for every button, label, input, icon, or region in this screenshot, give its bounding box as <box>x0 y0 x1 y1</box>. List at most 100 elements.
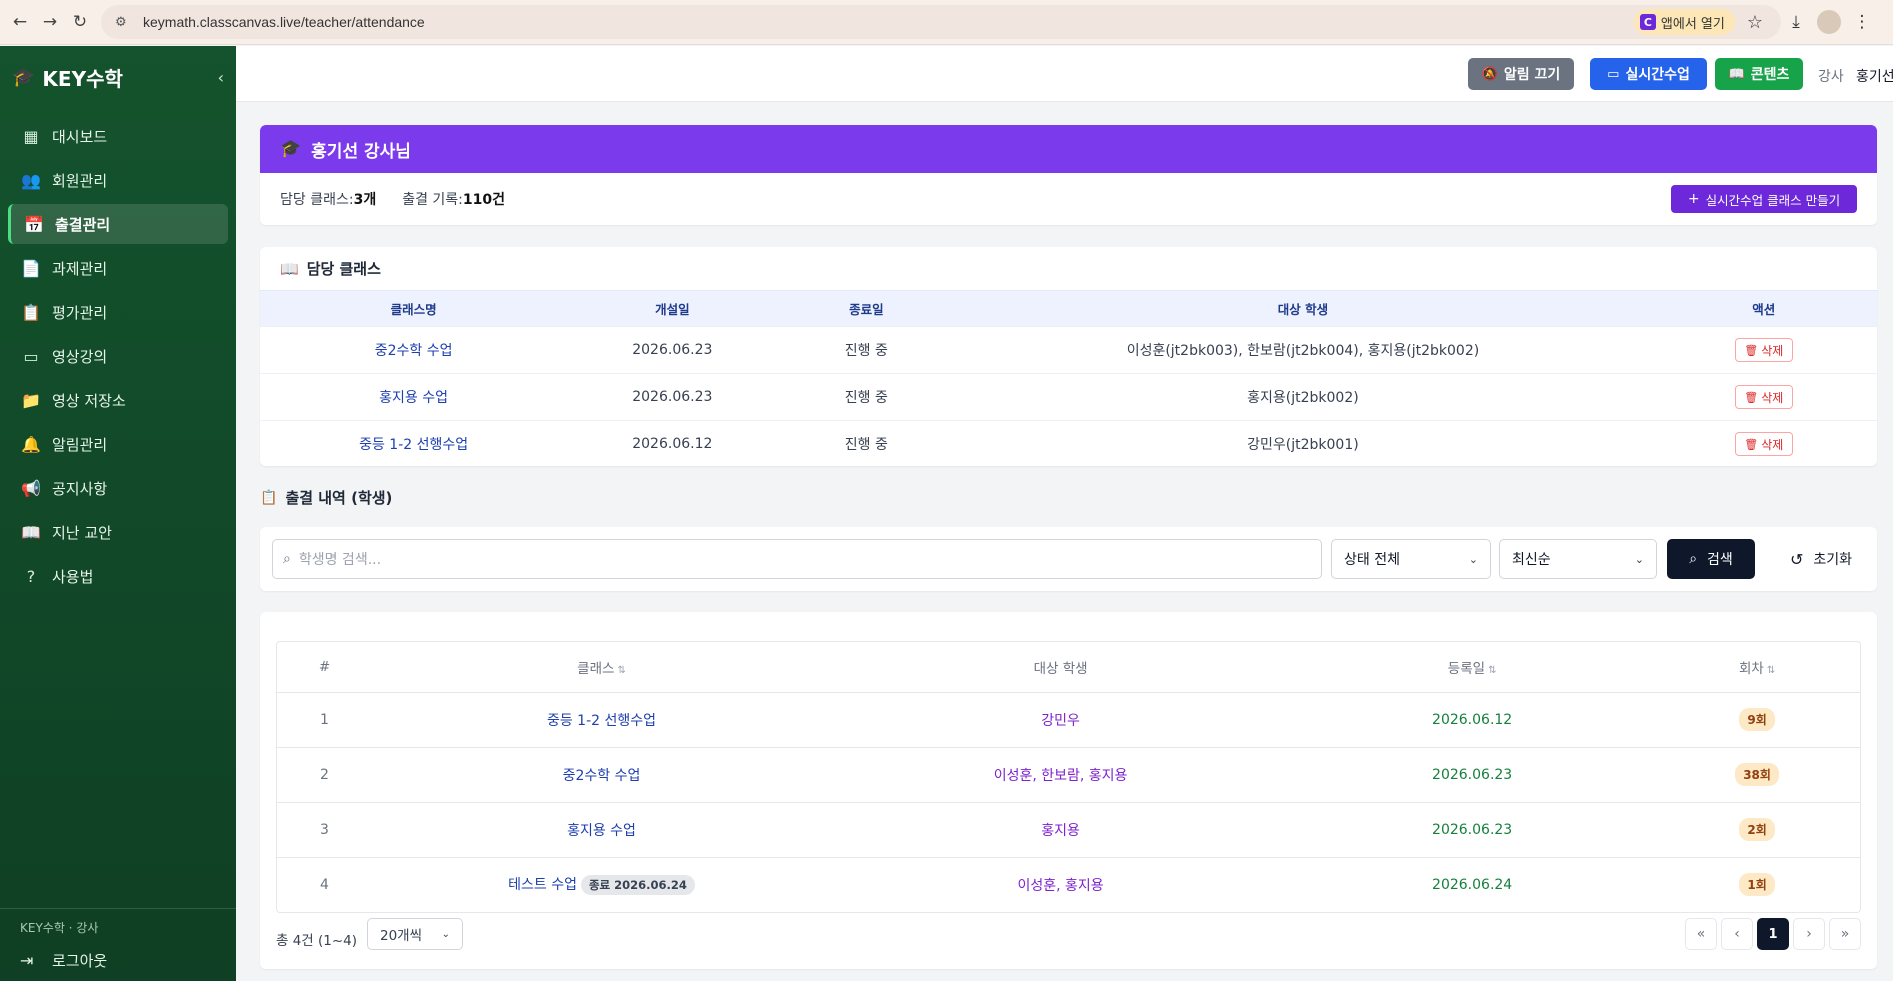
bookmark-star-icon[interactable]: ☆ <box>1747 12 1763 33</box>
row-class-link[interactable]: 테스트 수업 <box>508 877 577 893</box>
class-name-link[interactable]: 중등 1-2 선행수업 <box>260 420 568 466</box>
row-class-cell: 중등 1-2 선행수업 <box>371 691 832 747</box>
class-name-link[interactable]: 홍지용 수업 <box>260 373 568 421</box>
logout-button[interactable]: ⇥ 로그아웃 <box>20 950 216 971</box>
assigned-classes-title-text: 담당 클래스 <box>306 260 381 278</box>
instructor-title: 홍기선 강사님 <box>311 141 411 162</box>
row-number: 4 <box>277 856 372 912</box>
download-icon[interactable]: ⤓ <box>1781 12 1811 32</box>
create-live-class-button[interactable]: + 실시간수업 클래스 만들기 <box>1671 185 1857 213</box>
open-in-app-label: 앱에서 열기 <box>1660 16 1725 32</box>
class-name-link[interactable]: 중2수학 수업 <box>260 326 568 374</box>
chevron-down-icon: ⌄ <box>1468 552 1478 566</box>
row-class-cell: 홍지용 수업 <box>371 801 832 857</box>
next-page-button[interactable]: › <box>1793 918 1825 950</box>
per-page-select[interactable]: 20개씩 ⌄ <box>367 918 463 950</box>
attendance-table-row[interactable]: 4 테스트 수업 종료 2026.06.24 이성훈, 홍지용 2026.06.24 1회 <box>277 856 1860 912</box>
back-icon[interactable]: ← <box>5 7 35 37</box>
sidebar-item-label: 지난 교안 <box>52 523 112 542</box>
users-icon: 👥 <box>21 170 41 190</box>
current-page-button[interactable]: 1 <box>1757 918 1789 950</box>
delete-class-button[interactable]: 🗑 삭제 <box>1734 432 1793 457</box>
content-button[interactable]: 📖 콘텐츠 <box>1715 58 1803 90</box>
row-class-link[interactable]: 중등 1-2 선행수업 <box>547 713 656 729</box>
sidebar-item-label: 출결관리 <box>55 215 111 234</box>
sidebar-item-6[interactable]: 📁 영상 저장소 <box>8 380 228 420</box>
class-action-cell: 🗑 삭제 <box>1650 373 1877 421</box>
chevron-left-icon[interactable]: ‹ <box>218 68 224 87</box>
sort-select[interactable]: 최신순 ⌄ <box>1499 539 1657 579</box>
class-action-cell: 🗑 삭제 <box>1650 420 1877 466</box>
student-search-input[interactable]: ⌕ 학생명 검색... <box>272 539 1322 579</box>
menu-dots-icon[interactable]: ⋮ <box>1847 12 1877 32</box>
url-text[interactable]: keymath.classcanvas.live/teacher/attenda… <box>143 14 1634 30</box>
reset-icon: ↺ <box>1789 549 1804 569</box>
book-icon: 📖 <box>1728 66 1745 82</box>
first-page-button[interactable]: « <box>1685 918 1717 950</box>
sidebar-item-label: 영상 저장소 <box>52 391 126 410</box>
sidebar-item-1[interactable]: 👥 회원관리 <box>8 160 228 200</box>
reload-icon[interactable]: ↻ <box>65 7 95 37</box>
sort-arrows-icon[interactable]: ⇅ <box>617 665 625 676</box>
sidebar-item-3[interactable]: 📄 과제관리 <box>8 248 228 288</box>
search-icon: ⌕ <box>283 551 291 567</box>
class-students: 강민우(jt2bk001) <box>955 420 1651 466</box>
round-badge: 9회 <box>1739 708 1775 731</box>
attendance-table-header[interactable]: 클래스 ⇅ <box>372 642 831 692</box>
live-class-button[interactable]: ▭ 실시간수업 <box>1590 58 1707 90</box>
class-table-row: 홍지용 수업 2026.06.23 진행 중 홍지용(jt2bk002) 🗑 삭제 <box>260 373 1877 421</box>
attendance-table-row[interactable]: 2 중2수학 수업 이성훈, 한보람, 홍지용 2026.06.23 38회 <box>277 746 1860 802</box>
class-table-header: 대상 학생 <box>955 290 1651 327</box>
instructor-header: 🎓 홍기선 강사님 <box>260 125 1877 173</box>
prev-page-button[interactable]: ‹ <box>1721 918 1753 950</box>
reset-button[interactable]: ↺ 초기화 <box>1771 539 1871 579</box>
forward-icon[interactable]: → <box>35 7 65 37</box>
user-name[interactable]: 홍기선 <box>1856 66 1893 86</box>
row-students: 이성훈, 홍지용 <box>831 856 1291 912</box>
records-count-label: 출결 기록: <box>402 192 463 208</box>
class-table-header: 개설일 <box>567 290 778 327</box>
delete-class-label: 삭제 <box>1761 343 1784 358</box>
mute-notifications-button[interactable]: 🔕 알림 끄기 <box>1468 58 1574 90</box>
brand-name[interactable]: KEY수학 <box>42 63 217 92</box>
sidebar-item-8[interactable]: 📢 공지사항 <box>8 468 228 508</box>
sort-arrows-icon[interactable]: ⇅ <box>1488 665 1496 676</box>
row-students: 강민우 <box>831 691 1291 747</box>
attendance-table-row[interactable]: 3 홍지용 수업 홍지용 2026.06.23 2회 <box>277 801 1860 857</box>
calendar-check-icon: 📅 <box>24 214 44 234</box>
sidebar-item-9[interactable]: 📖 지난 교안 <box>8 512 228 552</box>
last-page-button[interactable]: » <box>1829 918 1861 950</box>
row-round-cell: 9회 <box>1654 691 1860 747</box>
status-filter-select[interactable]: 상태 전체 ⌄ <box>1331 539 1491 579</box>
attendance-table-header[interactable]: 회차 ⇅ <box>1654 642 1860 692</box>
row-round-cell: 38회 <box>1654 746 1860 802</box>
class-table-header: 종료일 <box>777 290 956 327</box>
sort-arrows-icon[interactable]: ⇅ <box>1767 665 1775 676</box>
sidebar-menu: ▦ 대시보드 👥 회원관리 📅 출결관리 📄 과제관리 📋 평가관리 ▭ 영상강의 📁 영상 저장소 🔔 알림… <box>0 116 236 596</box>
delete-class-button[interactable]: 🗑 삭제 <box>1734 385 1793 409</box>
sidebar-item-0[interactable]: ▦ 대시보드 <box>8 116 228 156</box>
sidebar-item-7[interactable]: 🔔 알림관리 <box>8 424 228 464</box>
search-icon: ⌕ <box>1689 551 1698 567</box>
sidebar-item-2[interactable]: 📅 출결관리 <box>8 204 228 244</box>
delete-class-button[interactable]: 🗑 삭제 <box>1734 338 1793 362</box>
round-badge: 38회 <box>1735 763 1779 786</box>
sidebar-item-5[interactable]: ▭ 영상강의 <box>8 336 228 376</box>
attendance-table-row[interactable]: 1 중등 1-2 선행수업 강민우 2026.06.12 9회 <box>277 691 1860 747</box>
row-class-cell: 테스트 수업 종료 2026.06.24 <box>371 856 832 912</box>
sidebar-item-4[interactable]: 📋 평가관리 <box>8 292 228 332</box>
search-button[interactable]: ⌕ 검색 <box>1667 539 1755 579</box>
instructor-summary: 담당 클래스: 3개 출결 기록: 110건 + 실시간수업 클래스 만들기 <box>260 173 1877 225</box>
site-settings-icon[interactable]: ⚙ <box>115 15 133 30</box>
sort-value: 최신순 <box>1512 552 1551 568</box>
sidebar-item-10[interactable]: ? 사용법 <box>8 556 228 596</box>
row-class-link[interactable]: 중2수학 수업 <box>563 768 641 784</box>
profile-avatar[interactable] <box>1817 10 1841 34</box>
instructor-card: 🎓 홍기선 강사님 담당 클래스: 3개 출결 기록: 110건 + 실시간수업… <box>260 125 1877 225</box>
round-badge: 1회 <box>1739 873 1775 897</box>
attendance-table-header[interactable]: 등록일 ⇅ <box>1290 642 1654 692</box>
address-bar[interactable]: ⚙ keymath.classcanvas.live/teacher/atten… <box>101 5 1781 39</box>
open-in-app-button[interactable]: C 앱에서 열기 <box>1633 9 1735 35</box>
book-icon: 📖 <box>21 522 41 542</box>
row-class-link[interactable]: 홍지용 수업 <box>567 823 636 839</box>
